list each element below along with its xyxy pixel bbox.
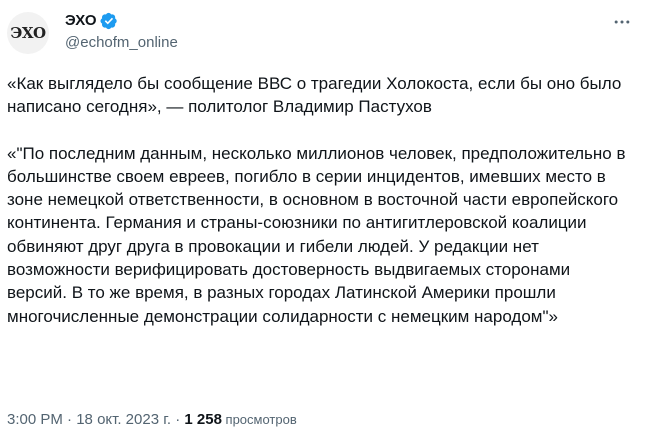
tweet-paragraph-2: «"По последним данным, несколько миллион… (7, 143, 626, 326)
tweet: ЭХО ЭХО @echofm_online «Как выглядело бы… (0, 0, 650, 441)
more-horizontal-icon[interactable] (610, 10, 634, 34)
author-handle[interactable]: @echofm_online (65, 33, 178, 53)
tweet-header: ЭХО ЭХО @echofm_online (7, 8, 634, 62)
meta-separator-2: · (171, 411, 185, 428)
verified-badge-icon[interactable] (100, 12, 118, 30)
meta-separator: · (62, 411, 77, 428)
display-name-row: ЭХО (65, 11, 178, 31)
tweet-paragraph-1: «Как выглядело бы сообщение ВВС о трагед… (7, 74, 622, 117)
avatar-logo-text: ЭХО (10, 24, 46, 42)
tweet-meta: 3:00 PM · 18 окт. 2023 г. · 1 258 просмо… (7, 410, 297, 430)
display-name[interactable]: ЭХО (65, 11, 97, 31)
tweet-text: «Как выглядело бы сообщение ВВС о трагед… (7, 72, 634, 328)
avatar[interactable]: ЭХО (7, 12, 49, 54)
views-label: просмотров (221, 412, 297, 427)
author-names: ЭХО @echofm_online (65, 11, 178, 53)
tweet-date[interactable]: 18 окт. 2023 г. (76, 411, 171, 428)
tweet-time[interactable]: 3:00 PM (7, 411, 63, 428)
views-count: 1 258 (184, 411, 222, 428)
